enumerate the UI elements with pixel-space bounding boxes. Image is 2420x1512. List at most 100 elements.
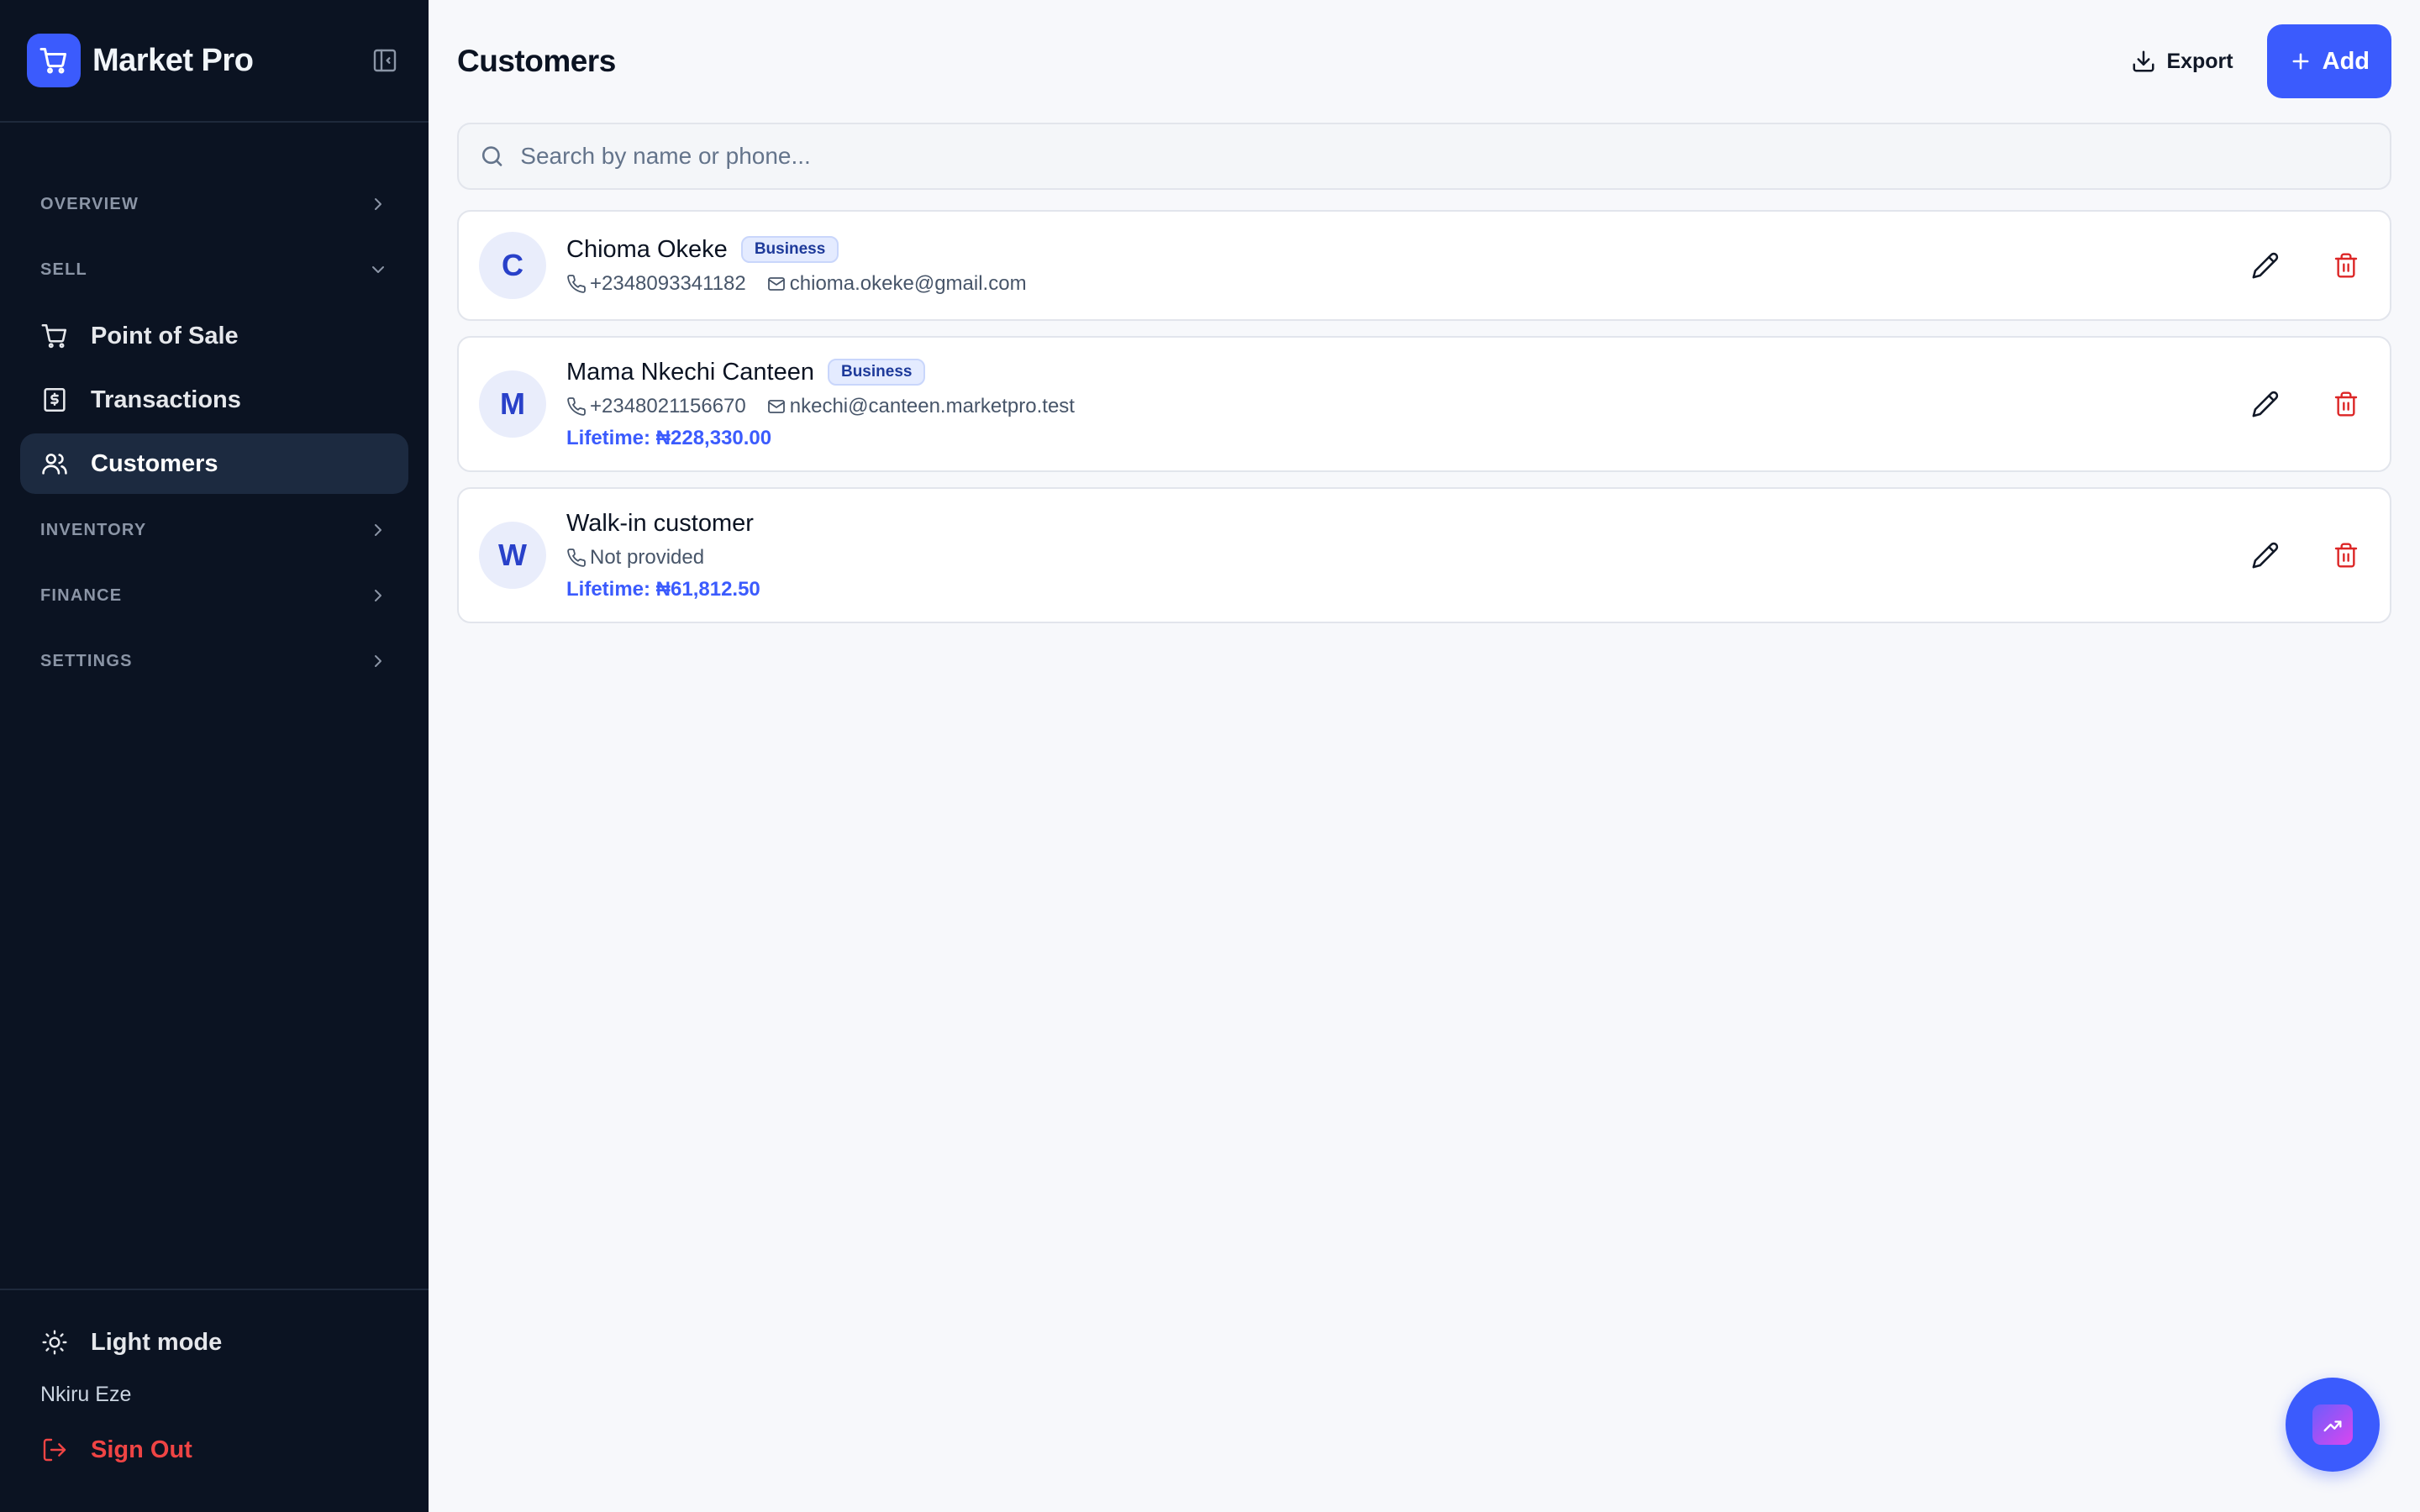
sidebar-item-customers[interactable]: Customers [20,433,408,494]
delete-button[interactable] [2323,532,2370,579]
customer-info: Walk-in customer Not provided Lifetime: … [566,510,760,601]
customer-card[interactable]: M Mama Nkechi Canteen Business +23480211… [457,336,2391,472]
page-header: Customers Export Add [429,0,2420,123]
chevron-right-icon [375,590,381,601]
phone-icon [567,548,586,567]
delete-button[interactable] [2323,381,2370,428]
app-name: Market Pro [92,42,254,78]
mail-icon [767,276,785,291]
section-label: OVERVIEW [40,194,139,213]
customer-phone: Not provided [566,546,704,570]
sidebar-nav: OVERVIEW SELL Point of Sale Transactions… [0,123,429,694]
brand-header: Market Pro [0,0,429,123]
chevron-down-icon [372,266,384,273]
customer-name: Chioma Okeke [566,235,728,263]
download-icon [2133,50,2154,72]
add-customer-button[interactable]: Add [2266,24,2391,98]
analytics-fab-button[interactable] [2286,1378,2380,1472]
trash-icon [2334,543,2358,568]
collapse-sidebar-button[interactable] [368,44,402,77]
customer-card[interactable]: C Chioma Okeke Business +2348093341182 c… [457,210,2391,321]
sun-icon [40,1328,69,1357]
log-out-icon [40,1436,69,1464]
customer-type-badge: Business [827,359,926,386]
edit-button[interactable] [2242,532,2289,579]
section-inventory[interactable]: INVENTORY [0,497,429,563]
receipt-icon [40,386,69,414]
customer-type-badge: Business [740,236,839,263]
export-label: Export [2166,49,2233,73]
sidebar-item-label: Customers [91,449,218,477]
add-label: Add [2322,47,2370,75]
trash-icon [2334,253,2358,278]
chevron-right-icon [375,198,381,210]
avatar: M [479,370,546,438]
phone-text: +2348021156670 [590,394,746,417]
trending-up-icon [2312,1404,2353,1445]
search-bar [457,123,2391,190]
mail-icon [767,399,785,413]
customer-info: Mama Nkechi Canteen Business +2348021156… [566,359,1095,450]
customer-name: Mama Nkechi Canteen [566,358,814,386]
customer-email: chioma.okeke@gmail.com [766,272,1027,296]
row-actions [2208,381,2370,428]
sidebar: Market Pro OVERVIEW SELL Point of Sale T… [0,0,429,1512]
avatar: C [479,232,546,299]
panel-left-icon [373,49,397,72]
section-settings[interactable]: SETTINGS [0,628,429,694]
section-label: SELL [40,260,87,279]
section-finance[interactable]: FINANCE [0,563,429,628]
sidebar-footer: Light mode Nkiru Eze Sign Out [0,1289,429,1512]
sidebar-item-transactions[interactable]: Transactions [20,370,408,430]
edit-button[interactable] [2242,242,2289,289]
email-text: chioma.okeke@gmail.com [789,271,1027,295]
search-icon [481,146,502,166]
cart-icon [40,322,69,350]
row-actions [2208,242,2370,289]
users-icon [40,449,69,478]
customer-phone: +2348021156670 [566,395,746,418]
trash-icon [2334,391,2358,417]
sign-out-label: Sign Out [91,1436,192,1463]
theme-toggle[interactable]: Light mode [0,1314,429,1371]
plus-icon [2292,53,2309,70]
delete-button[interactable] [2323,242,2370,289]
page-title: Customers [457,44,616,78]
row-actions [2208,532,2370,579]
customer-card[interactable]: W Walk-in customer Not provided Lifetime… [457,487,2391,623]
phone-text: Not provided [590,545,705,569]
customer-info: Chioma Okeke Business +2348093341182 chi… [566,236,1047,296]
theme-toggle-label: Light mode [91,1328,223,1356]
lifetime-value: Lifetime: ₦228,330.00 [566,426,772,449]
edit-button[interactable] [2242,381,2289,428]
phone-icon [567,396,586,416]
section-sell[interactable]: SELL [0,237,429,302]
sidebar-item-label: Point of Sale [91,322,239,349]
section-label: SETTINGS [40,651,133,670]
lifetime-value: Lifetime: ₦61,812.50 [566,577,760,601]
chevron-right-icon [375,655,381,667]
customer-list: C Chioma Okeke Business +2348093341182 c… [457,210,2391,623]
avatar: W [479,522,546,589]
search-input[interactable] [520,143,2370,170]
pencil-icon [2252,252,2279,279]
section-label: FINANCE [40,585,123,605]
header-actions: Export Add [2111,24,2391,98]
customer-name: Walk-in customer [566,509,754,537]
section-overview[interactable]: OVERVIEW [0,171,429,237]
user-name: Nkiru Eze [40,1382,132,1406]
sidebar-item-point-of-sale[interactable]: Point of Sale [20,306,408,366]
export-button[interactable]: Export [2111,24,2253,98]
customer-phone: +2348093341182 [566,272,746,296]
chevron-right-icon [375,524,381,536]
pencil-icon [2252,542,2279,569]
main-content: Customers Export Add C Chioma Okeke [429,0,2420,1512]
customer-email: nkechi@canteen.marketpro.test [766,395,1075,418]
pencil-icon [2252,391,2279,417]
sidebar-item-label: Transactions [91,386,241,413]
phone-icon [567,274,586,293]
section-label: INVENTORY [40,520,147,539]
phone-text: +2348093341182 [590,271,746,295]
sign-out-button[interactable]: Sign Out [0,1421,429,1478]
email-text: nkechi@canteen.marketpro.test [789,394,1075,417]
